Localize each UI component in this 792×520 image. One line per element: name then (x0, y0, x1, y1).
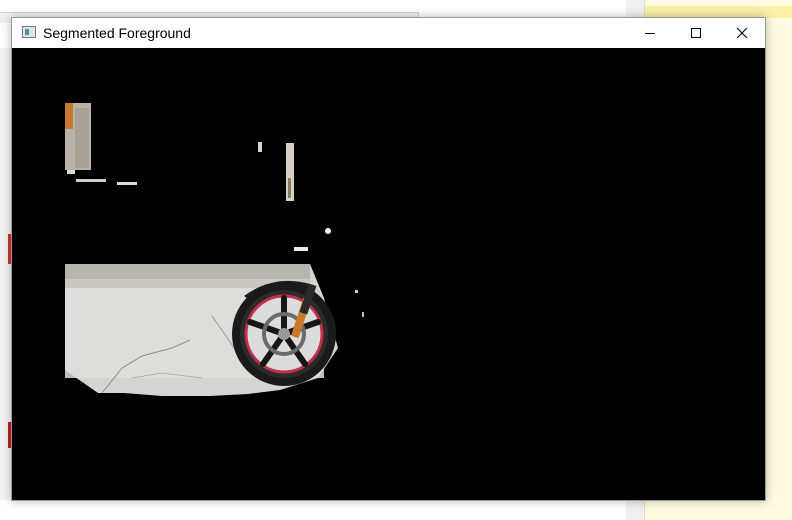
close-button[interactable] (719, 18, 765, 48)
maximize-button[interactable] (673, 18, 719, 48)
title-bar[interactable]: Segmented Foreground (12, 18, 765, 48)
minimize-icon (645, 33, 655, 34)
maximize-icon (691, 28, 701, 38)
segmented-foreground-image (12, 48, 765, 500)
desktop: Segmented Foreground (0, 0, 792, 520)
close-icon (736, 27, 748, 39)
segmented-foreground-window: Segmented Foreground (11, 17, 766, 501)
segmentation-canvas (12, 48, 765, 500)
window-title: Segmented Foreground (43, 25, 191, 41)
minimize-button[interactable] (627, 18, 673, 48)
image-window-icon (22, 26, 36, 38)
